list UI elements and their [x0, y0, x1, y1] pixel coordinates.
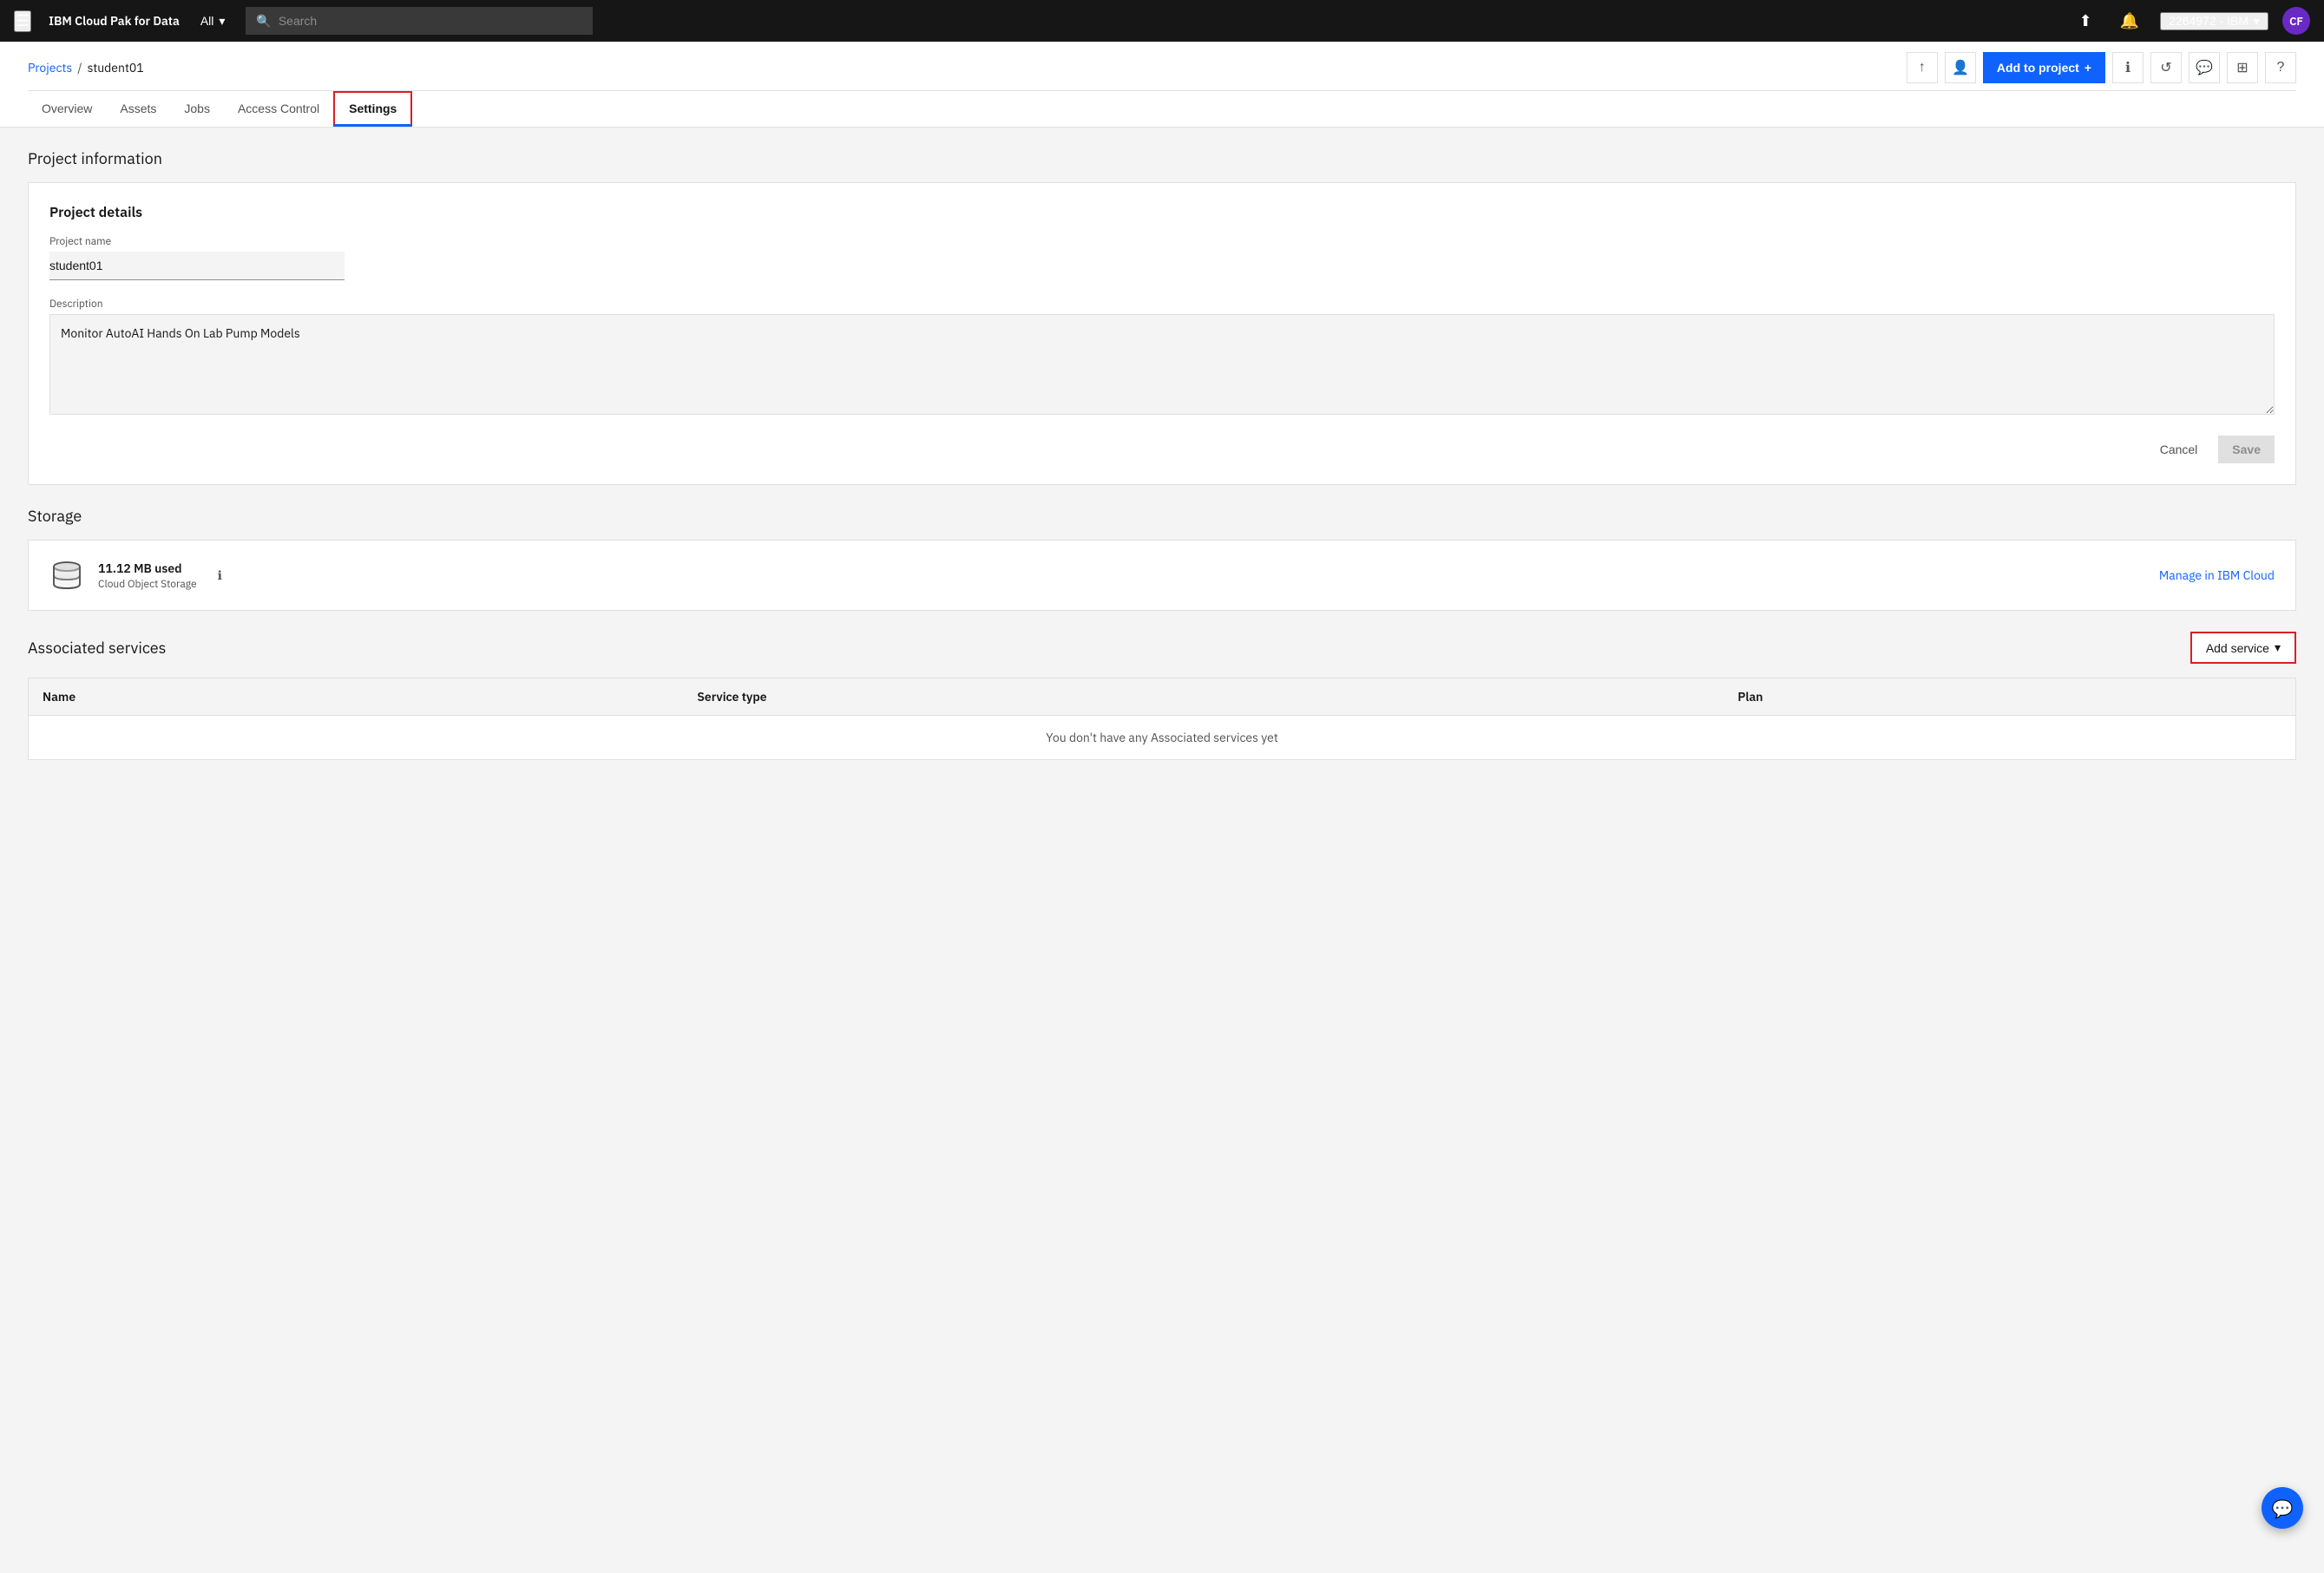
avatar[interactable]: CF: [2282, 7, 2310, 35]
col-service-type: Service type: [683, 678, 1723, 716]
user-dropdown[interactable]: 2264972 - IBM ▾: [2160, 12, 2268, 30]
chat-icon-btn[interactable]: 💬: [2189, 52, 2220, 83]
tab-settings[interactable]: Settings: [333, 91, 412, 127]
search-icon: 🔍: [256, 13, 271, 29]
tab-jobs[interactable]: Jobs: [170, 93, 224, 127]
storage-info-icon[interactable]: ℹ: [218, 567, 222, 583]
description-textarea[interactable]: Monitor AutoAI Hands On Lab Pump Models: [49, 314, 2275, 415]
add-to-project-label: Add to project: [1997, 61, 2079, 75]
upload-button[interactable]: ↑: [1907, 52, 1938, 83]
chevron-down-icon: ▾: [2275, 640, 2281, 655]
tab-assets[interactable]: Assets: [106, 93, 170, 127]
database-icon: [49, 558, 84, 593]
storage-section-title: Storage: [28, 506, 2296, 526]
chevron-down-icon: ▾: [219, 14, 225, 29]
col-plan: Plan: [1723, 678, 2295, 716]
breadcrumb-separator: /: [77, 60, 82, 75]
notification-icon-btn[interactable]: 🔔: [2113, 12, 2146, 30]
page-header: Projects / student01 ↑ 👤 Add to project …: [0, 42, 2324, 128]
cancel-button[interactable]: Cancel: [2146, 436, 2212, 463]
topnav: ☰ IBM Cloud Pak for Data All ▾ 🔍 ⬆ 🔔 226…: [0, 0, 2324, 42]
chevron-down-icon: ▾: [2254, 14, 2260, 29]
brand-name: IBM Cloud Pak for Data: [49, 13, 180, 29]
description-label: Description: [49, 298, 2275, 311]
grid-icon-btn[interactable]: ⊞: [2227, 52, 2258, 83]
help-icon-btn[interactable]: ?: [2265, 52, 2296, 83]
project-details-card-title: Project details: [49, 204, 2275, 221]
form-actions: Cancel Save: [49, 436, 2275, 463]
add-service-button[interactable]: Add service ▾: [2190, 632, 2296, 664]
associated-services-title: Associated services: [28, 638, 166, 658]
share-icon-btn[interactable]: ⬆: [2072, 12, 2099, 30]
manage-ibm-cloud-link[interactable]: Manage in IBM Cloud: [2159, 567, 2275, 583]
services-empty-row: You don't have any Associated services y…: [29, 716, 2296, 760]
breadcrumb-current: student01: [88, 60, 144, 75]
chat-fab[interactable]: 💬: [2262, 1487, 2303, 1529]
add-service-label: Add service: [2206, 641, 2269, 655]
storage-info: 11.12 MB used Cloud Object Storage: [98, 560, 197, 591]
search-input[interactable]: [279, 14, 583, 28]
services-table: Name Service type Plan You don't have an…: [28, 678, 2296, 760]
tab-access-control[interactable]: Access Control: [224, 93, 333, 127]
chat-fab-icon: 💬: [2272, 1497, 2294, 1520]
project-details-card: Project details Project name Description…: [28, 182, 2296, 485]
tab-overview[interactable]: Overview: [28, 93, 106, 127]
save-button[interactable]: Save: [2218, 436, 2275, 463]
header-actions: ↑ 👤 Add to project + ℹ ↺ 💬 ⊞ ?: [1907, 52, 2296, 83]
add-collaborator-button[interactable]: 👤: [1945, 52, 1976, 83]
add-to-project-button[interactable]: Add to project +: [1983, 52, 2105, 83]
info-icon-btn[interactable]: ℹ: [2112, 52, 2143, 83]
services-empty-message: You don't have any Associated services y…: [29, 716, 2296, 760]
breadcrumb-projects-link[interactable]: Projects: [28, 60, 72, 75]
search-bar: 🔍: [246, 7, 593, 35]
storage-card: 11.12 MB used Cloud Object Storage ℹ Man…: [28, 540, 2296, 611]
tabs-row: Overview Assets Jobs Access Control Sett…: [28, 90, 2296, 127]
col-name: Name: [29, 678, 684, 716]
storage-type: Cloud Object Storage: [98, 578, 197, 591]
project-name-label: Project name: [49, 235, 2275, 248]
plus-icon: +: [2084, 61, 2091, 75]
user-label: 2264972 - IBM: [2169, 14, 2249, 28]
add-collaborator-icon: 👤: [1952, 59, 1969, 76]
project-name-group: Project name: [49, 235, 2275, 280]
services-header: Associated services Add service ▾: [28, 632, 2296, 664]
all-dropdown[interactable]: All ▾: [194, 14, 233, 29]
menu-icon[interactable]: ☰: [14, 10, 31, 32]
project-name-input[interactable]: [49, 252, 345, 280]
breadcrumb: Projects / student01: [28, 60, 144, 75]
project-info-section-title: Project information: [28, 148, 2296, 168]
history-icon-btn[interactable]: ↺: [2150, 52, 2182, 83]
main-content: Project information Project details Proj…: [0, 128, 2324, 1573]
all-dropdown-label: All: [200, 14, 214, 28]
storage-size: 11.12 MB used: [98, 560, 197, 576]
description-group: Description Monitor AutoAI Hands On Lab …: [49, 298, 2275, 418]
